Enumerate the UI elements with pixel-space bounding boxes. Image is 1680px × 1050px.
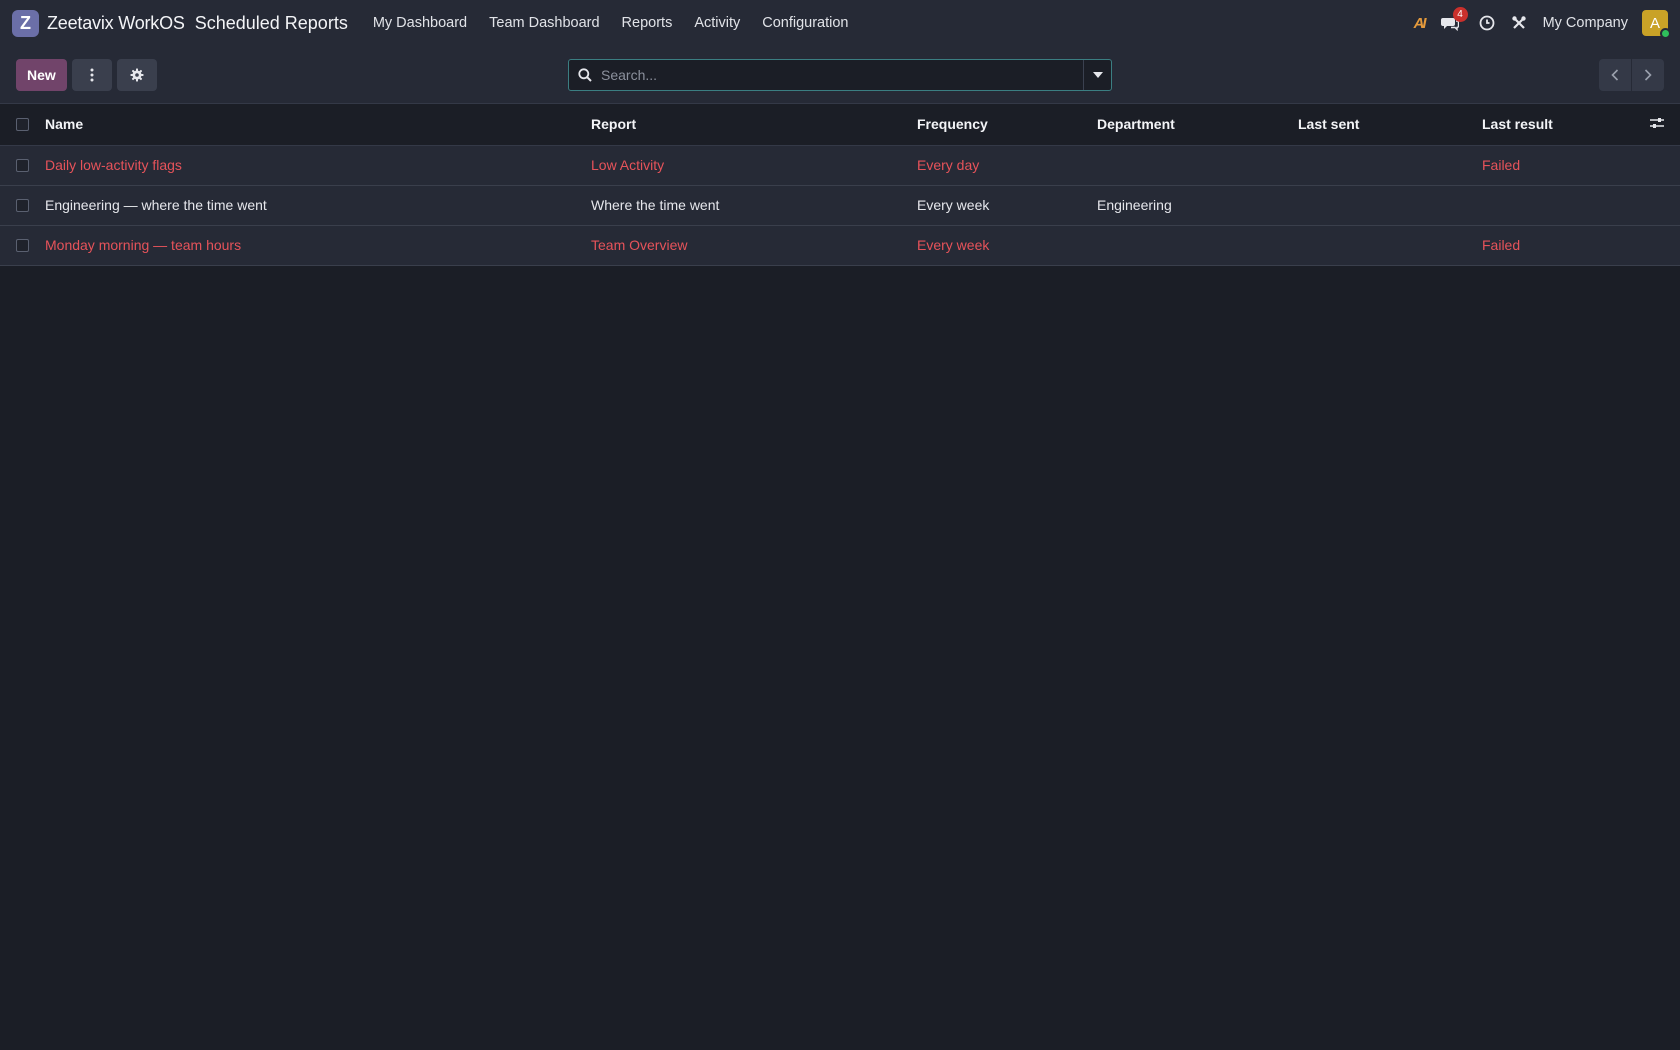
control-panel: New [0, 46, 1680, 104]
table-header-row: Name Report Frequency Department Last se… [0, 104, 1680, 146]
cell-frequency: Every week [917, 237, 990, 253]
cell-report: Low Activity [591, 157, 665, 173]
cell-last-sent [1298, 225, 1482, 265]
top-navbar: Z Zeetavix WorkOS Scheduled Reports My D… [0, 0, 1680, 46]
actions-menu-button[interactable] [71, 58, 112, 91]
clock-icon[interactable] [1479, 15, 1495, 31]
column-header-name[interactable]: Name [45, 104, 591, 146]
optional-columns-icon[interactable] [1650, 116, 1664, 132]
navbar-systray: AI 4 My Company A [1398, 0, 1671, 46]
select-all-checkbox[interactable] [16, 117, 29, 131]
cell-department [1097, 225, 1298, 265]
cell-name: Engineering — where the time went [45, 197, 267, 213]
tools-icon[interactable] [1511, 15, 1527, 31]
cell-report: Team Overview [591, 237, 688, 253]
user-avatar[interactable]: A [1642, 10, 1671, 39]
cell-frequency: Every week [917, 197, 990, 213]
table-row[interactable]: Engineering — where the time went Where … [0, 185, 1680, 225]
settings-button[interactable] [116, 58, 157, 91]
row-checkbox[interactable] [16, 198, 29, 212]
app-logo-icon[interactable]: Z [12, 9, 39, 37]
menu-item-my-dashboard[interactable]: My Dashboard [362, 15, 478, 31]
column-header-department[interactable]: Department [1097, 104, 1298, 146]
chat-icon[interactable]: 4 [1440, 7, 1468, 31]
chevron-right-icon [1644, 69, 1652, 81]
search-options-toggle[interactable] [1083, 60, 1111, 90]
cell-last-sent [1298, 185, 1482, 225]
cell-last-result: Failed [1482, 237, 1521, 253]
cell-department: Engineering [1097, 197, 1172, 213]
search-bar [568, 59, 1112, 91]
cell-report: Where the time went [591, 197, 720, 213]
search-input[interactable] [601, 60, 1083, 90]
menu-item-reports[interactable]: Reports [611, 15, 684, 31]
cell-department [1097, 145, 1298, 185]
pager-next-button[interactable] [1632, 59, 1664, 91]
company-switcher[interactable]: My Company [1543, 15, 1628, 31]
cell-name: Monday morning — team hours [45, 237, 242, 253]
column-header-frequency[interactable]: Frequency [917, 104, 1097, 146]
messages-count-badge: 4 [1452, 7, 1468, 22]
pager-previous-button[interactable] [1599, 59, 1631, 91]
gear-icon [130, 68, 144, 81]
cell-last-result [1482, 185, 1650, 225]
table-row[interactable]: Daily low-activity flags Low Activity Ev… [0, 145, 1680, 185]
menu-item-team-dashboard[interactable]: Team Dashboard [478, 15, 610, 31]
menu-item-configuration[interactable]: Configuration [751, 15, 859, 31]
ai-icon[interactable]: AI [1414, 15, 1427, 32]
cell-frequency: Every day [917, 157, 980, 173]
cell-last-result: Failed [1482, 157, 1521, 173]
row-checkbox[interactable] [16, 238, 29, 252]
column-header-report[interactable]: Report [591, 104, 917, 146]
cell-name: Daily low-activity flags [45, 157, 182, 173]
new-button[interactable]: New [16, 58, 67, 91]
table-row[interactable]: Monday morning — team hours Team Overvie… [0, 225, 1680, 265]
column-header-last-result[interactable]: Last result [1482, 104, 1650, 146]
caret-down-icon [1092, 72, 1103, 78]
cell-last-sent [1298, 145, 1482, 185]
column-header-last-sent[interactable]: Last sent [1298, 104, 1482, 146]
menu-item-activity[interactable]: Activity [683, 15, 751, 31]
pager [1599, 59, 1664, 91]
app-title[interactable]: Scheduled Reports [195, 13, 348, 34]
chevron-left-icon [1611, 69, 1619, 81]
scheduled-reports-table: Name Report Frequency Department Last se… [0, 104, 1680, 266]
brand-name[interactable]: Zeetavix WorkOS [47, 13, 185, 34]
vertical-dots-icon [90, 68, 94, 81]
main-menu: My Dashboard Team Dashboard Reports Acti… [362, 15, 860, 31]
online-status-icon [1660, 28, 1671, 39]
search-icon [569, 68, 601, 82]
avatar-letter: A [1649, 14, 1660, 32]
row-checkbox[interactable] [16, 158, 29, 172]
